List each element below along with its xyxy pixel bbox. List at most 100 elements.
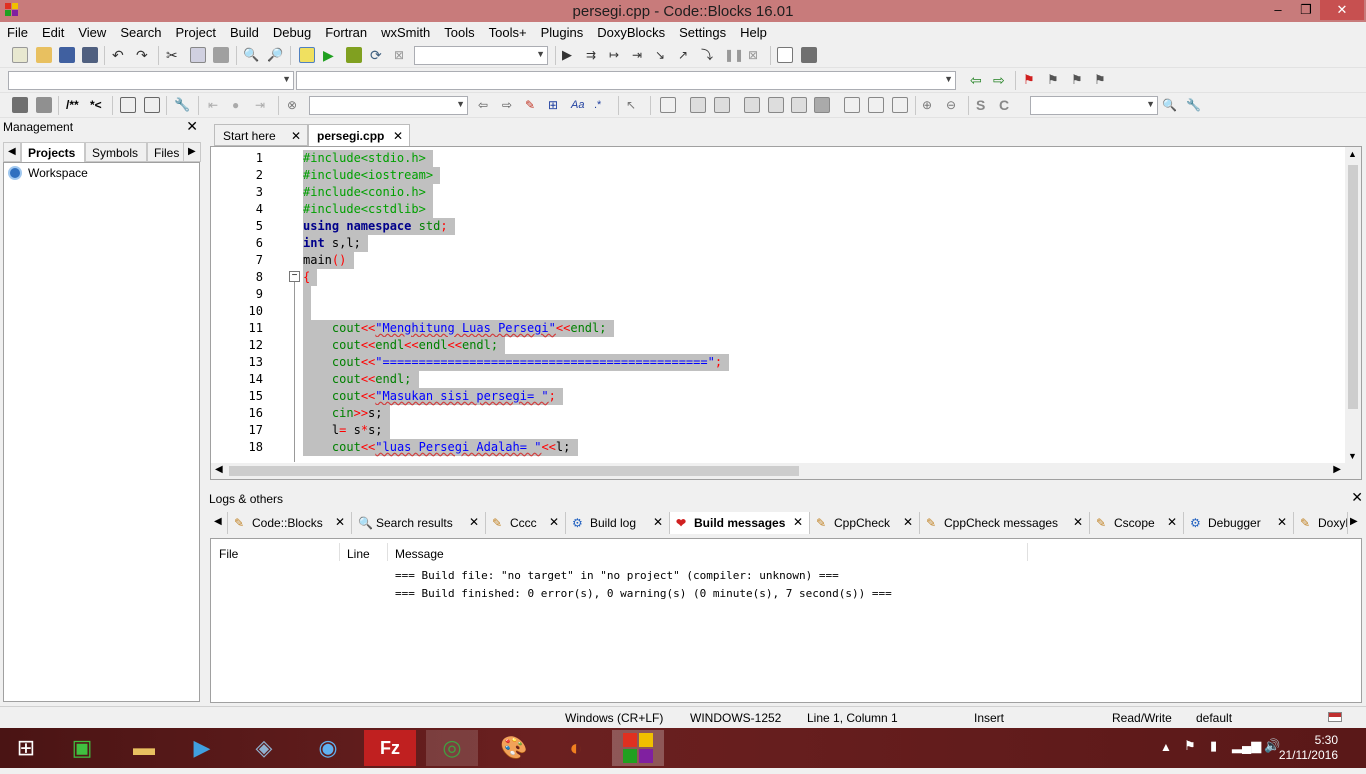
minimize-button[interactable]: – xyxy=(1264,0,1292,20)
tray-show-hidden-icon[interactable]: ▲ xyxy=(1160,740,1172,754)
scroll-up-icon[interactable]: ▲ xyxy=(1348,149,1357,159)
build-gear-icon[interactable] xyxy=(299,47,315,63)
wx-static-icon[interactable] xyxy=(768,97,784,113)
copy-icon[interactable] xyxy=(190,47,206,63)
tab-start-here[interactable]: Start here ✕ xyxy=(214,124,308,146)
horizontal-scroll-thumb[interactable] xyxy=(229,466,799,476)
menu-help[interactable]: Help xyxy=(733,22,774,40)
wx-image-icon[interactable] xyxy=(814,97,830,113)
file-explorer-icon[interactable]: ▬ xyxy=(118,730,170,766)
next-bookmark-icon[interactable]: ⚑ xyxy=(1071,72,1087,88)
menu-settings[interactable]: Settings xyxy=(672,22,733,40)
logs-close-button[interactable]: ✕ xyxy=(1351,489,1363,506)
filezilla-icon[interactable]: Fz xyxy=(364,730,416,766)
debug-windows-icon[interactable] xyxy=(777,47,793,63)
search-prev-icon[interactable]: ⇦ xyxy=(478,97,494,113)
menu-plugins[interactable]: Plugins xyxy=(534,22,591,40)
menu-wxsmith[interactable]: wxSmith xyxy=(374,22,437,40)
column-header-message[interactable]: Message xyxy=(395,547,444,561)
next-change-icon[interactable]: ⇥ xyxy=(255,97,271,113)
browser-blue-icon[interactable]: ◉ xyxy=(302,730,354,766)
taskbar-clock[interactable]: 5:30 21/11/2016 xyxy=(1279,733,1338,763)
prev-change-icon[interactable]: ⇤ xyxy=(208,97,224,113)
doxy-help-icon[interactable] xyxy=(144,97,160,113)
codeblocks-taskbar-icon[interactable] xyxy=(612,730,664,766)
build-message-row[interactable]: === Build finished: 0 error(s), 0 warnin… xyxy=(395,587,892,600)
tray-flag-icon[interactable]: ⚑ xyxy=(1184,738,1196,754)
redo-icon[interactable]: ↷ xyxy=(136,47,152,63)
editor-vertical-scrollbar[interactable]: ▲ ▼ xyxy=(1345,147,1361,463)
function-select[interactable]: ▼ xyxy=(296,71,956,90)
wrench-icon[interactable]: 🔧 xyxy=(174,97,190,113)
cut-icon[interactable]: ✂ xyxy=(166,47,182,63)
menu-view[interactable]: View xyxy=(71,22,113,40)
toggle-bookmark-icon[interactable]: ⚑ xyxy=(1023,72,1039,88)
clear-search-icon[interactable]: ⊗ xyxy=(287,97,303,113)
tray-network-icon[interactable]: ▂▄▆ xyxy=(1232,738,1261,754)
symbol-c-icon[interactable]: C xyxy=(999,97,1015,113)
tab-projects[interactable]: Projects xyxy=(21,142,85,162)
scroll-left-icon[interactable]: ◀ xyxy=(215,464,223,475)
code-settings-icon[interactable]: 🔧 xyxy=(1186,97,1202,113)
tab-build-messages[interactable]: ❤ Build messages ✕ xyxy=(670,512,810,534)
scope-select[interactable]: ▼ xyxy=(8,71,294,90)
code-editor[interactable]: 1 2 3 4 5 6 7 8 9 10 11 12 13 14 15 16 1… xyxy=(210,146,1362,480)
tab-cccc[interactable]: ✎ Cccc ✕ xyxy=(486,512,566,534)
management-close-button[interactable]: ✕ xyxy=(186,118,198,135)
tab-codeblocks-log[interactable]: ✎ Code::Blocks ✕ xyxy=(228,512,352,534)
logs-tabs-scroll-right-icon[interactable]: ▶ xyxy=(1348,512,1362,534)
firefox-icon[interactable]: ◐ xyxy=(550,730,602,766)
tab-persegi-cpp-close-icon[interactable]: ✕ xyxy=(393,129,403,143)
jump-forward-icon[interactable]: ⇨ xyxy=(993,72,1009,88)
tab-build-log[interactable]: ⚙ Build log ✕ xyxy=(566,512,670,534)
wx-button-icon[interactable] xyxy=(744,97,760,113)
tab-symbols[interactable]: Symbols xyxy=(85,142,147,162)
editor-horizontal-scrollbar[interactable]: ◀ ▶ xyxy=(211,463,1361,479)
tab-files[interactable]: Files xyxy=(147,142,185,162)
zoom-out-icon[interactable]: ⊖ xyxy=(946,97,962,113)
build-and-run-icon[interactable] xyxy=(346,47,362,63)
step-out-icon[interactable]: ↗ xyxy=(678,47,694,63)
incremental-search-input[interactable]: ▼ xyxy=(309,96,468,115)
build-target-select[interactable]: ▼ xyxy=(414,46,548,65)
menu-edit[interactable]: Edit xyxy=(35,22,71,40)
tray-volume-icon[interactable]: 🔊 xyxy=(1264,738,1280,754)
debug-start-icon[interactable]: ▶ xyxy=(562,47,578,63)
tab-persegi-cpp[interactable]: persegi.cpp ✕ xyxy=(308,124,410,146)
tab-cppcheck-messages[interactable]: ✎ CppCheck messages ✕ xyxy=(920,512,1090,534)
change-dot-icon[interactable]: ● xyxy=(232,97,248,113)
run-icon[interactable]: ▶ xyxy=(323,47,339,63)
code-search-input[interactable]: ▼ xyxy=(1030,96,1158,115)
code-search-icon[interactable]: 🔍 xyxy=(1162,97,1178,113)
next-line-icon[interactable]: ↦ xyxy=(609,47,625,63)
highlight-icon[interactable]: ✎ xyxy=(525,97,541,113)
symbol-s-icon[interactable]: S xyxy=(976,97,992,113)
wx-combo-icon[interactable] xyxy=(844,97,860,113)
open-file-icon[interactable] xyxy=(36,47,52,63)
media-player-icon[interactable]: ▶ xyxy=(176,730,228,766)
abort-icon[interactable]: ⊠ xyxy=(394,47,410,63)
pause-icon[interactable]: ❚❚ xyxy=(724,47,744,63)
wx-check-icon[interactable] xyxy=(791,97,807,113)
jump-back-icon[interactable]: ⇦ xyxy=(970,72,986,88)
zoom-in-icon[interactable]: ⊕ xyxy=(922,97,938,113)
doxy-extract-icon[interactable] xyxy=(36,97,52,113)
rebuild-icon[interactable]: ⟳ xyxy=(370,47,386,63)
windows-start-icon[interactable]: ⊞ xyxy=(0,730,52,766)
various-info-icon[interactable] xyxy=(801,47,817,63)
comment-block-button[interactable]: /** xyxy=(66,97,88,113)
column-header-line[interactable]: Line xyxy=(347,547,370,561)
tabs-scroll-left-icon[interactable]: ◀ xyxy=(3,142,21,162)
maximize-button[interactable]: ❐ xyxy=(1292,0,1320,20)
tab-start-here-close-icon[interactable]: ✕ xyxy=(291,129,301,143)
menu-tools[interactable]: Tools xyxy=(437,22,481,40)
tab-doxyblocks[interactable]: ✎DoxyB xyxy=(1294,512,1348,534)
pointer-icon[interactable]: ↖ xyxy=(626,97,642,113)
selection-only-icon[interactable]: ⊞ xyxy=(548,97,564,113)
chrome-icon[interactable]: ◎ xyxy=(426,730,478,766)
step-into-icon[interactable]: ↘ xyxy=(655,47,671,63)
regex-icon[interactable]: .* xyxy=(594,97,610,113)
scroll-right-icon[interactable]: ▶ xyxy=(1333,464,1341,475)
menu-file[interactable]: File xyxy=(0,22,35,40)
column-header-file[interactable]: File xyxy=(219,547,238,561)
